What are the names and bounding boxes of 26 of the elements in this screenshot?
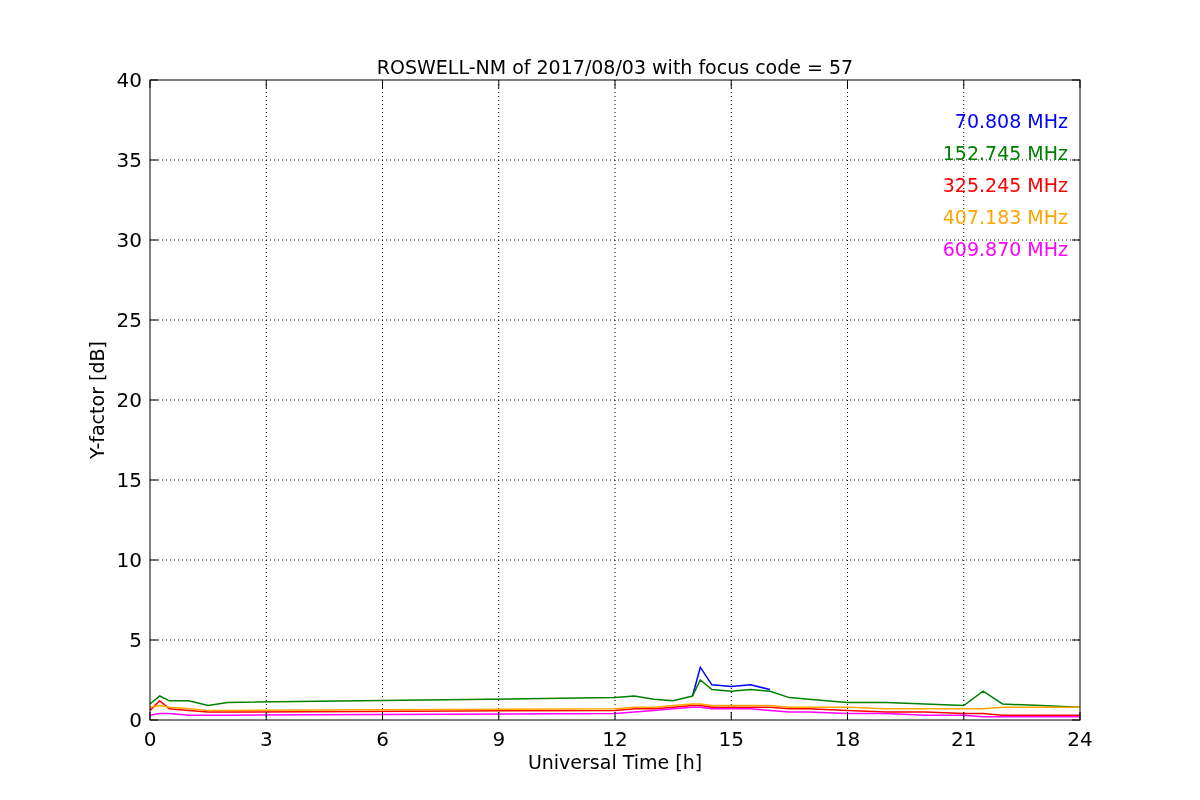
tick-label: 5	[129, 628, 142, 652]
chart-title: ROSWELL-NM of 2017/08/03 with focus code = 57	[376, 56, 854, 78]
axis-label: Y-factor [dB]	[86, 341, 108, 459]
tick-label: 15	[116, 468, 142, 492]
tick-label: 10	[116, 548, 142, 572]
tick-label: 20	[116, 388, 142, 412]
tick-label: 24	[1067, 727, 1093, 751]
tick-label: 35	[116, 148, 142, 172]
tick-label: 40	[116, 68, 142, 92]
legend-label: 609.870 MHz	[942, 238, 1068, 260]
tick-label: 12	[602, 727, 628, 751]
legend-label: 152.745 MHz	[942, 142, 1068, 164]
tick-label: 0	[143, 727, 157, 751]
axis-label: Universal Time [h]	[527, 751, 703, 773]
tick-label: 3	[259, 727, 273, 751]
legend-label: 70.808 MHz	[954, 110, 1068, 132]
tick-label: 21	[951, 727, 977, 751]
tick-label: 6	[376, 727, 389, 751]
tick-label: 9	[492, 727, 506, 751]
tick-label: 18	[834, 727, 861, 751]
tick-label: 25	[116, 308, 142, 332]
tick-label: 15	[718, 727, 744, 751]
tick-label: 30	[116, 228, 142, 252]
legend-label: 325.245 MHz	[942, 174, 1068, 196]
legend-label: 407.183 MHz	[942, 206, 1068, 228]
tick-label: 0	[129, 708, 142, 732]
